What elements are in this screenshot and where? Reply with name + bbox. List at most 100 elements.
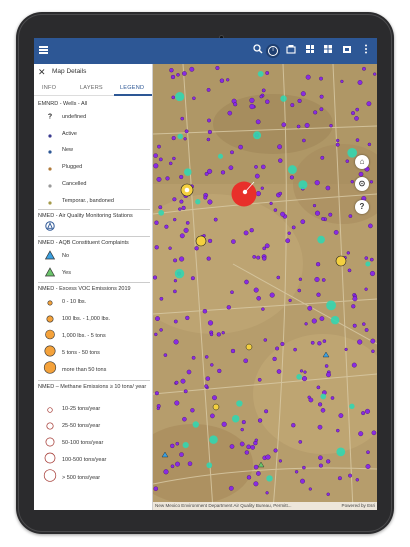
well-marker[interactable] xyxy=(351,362,357,368)
well-marker[interactable] xyxy=(276,369,282,374)
monitor-marker[interactable] xyxy=(266,475,273,482)
monitor-marker[interactable] xyxy=(298,180,308,190)
well-marker[interactable] xyxy=(300,91,306,97)
well-marker[interactable] xyxy=(355,478,359,482)
well-marker[interactable] xyxy=(179,174,184,180)
well-marker[interactable] xyxy=(256,296,261,301)
well-marker[interactable] xyxy=(171,95,175,100)
well-marker[interactable] xyxy=(256,471,261,476)
well-marker[interactable] xyxy=(328,212,333,217)
monitor-marker[interactable] xyxy=(195,199,201,205)
well-marker[interactable] xyxy=(176,73,180,77)
well-marker[interactable] xyxy=(228,485,234,491)
well-marker[interactable] xyxy=(164,224,169,229)
well-marker[interactable] xyxy=(172,197,177,202)
monitor-marker[interactable] xyxy=(231,414,240,423)
well-marker[interactable] xyxy=(182,416,187,422)
well-marker[interactable] xyxy=(206,256,211,261)
well-marker[interactable] xyxy=(257,377,262,382)
well-marker[interactable] xyxy=(254,173,260,179)
tab-layers[interactable]: LAYERS xyxy=(80,85,103,91)
well-marker[interactable] xyxy=(261,307,265,311)
well-marker[interactable] xyxy=(257,418,263,423)
well-marker[interactable] xyxy=(226,78,230,82)
well-marker[interactable] xyxy=(213,217,218,222)
monitor-marker[interactable] xyxy=(182,442,189,449)
well-marker[interactable] xyxy=(311,318,317,324)
well-marker[interactable] xyxy=(357,80,363,85)
locate-icon[interactable]: ⊙ xyxy=(355,177,369,191)
well-marker[interactable] xyxy=(291,423,296,428)
well-marker[interactable] xyxy=(302,465,306,470)
well-marker[interactable] xyxy=(318,463,323,468)
basemap-icon[interactable] xyxy=(285,44,297,58)
well-marker[interactable] xyxy=(305,74,311,80)
well-marker[interactable] xyxy=(278,158,283,163)
well-marker[interactable] xyxy=(204,355,209,359)
well-marker[interactable] xyxy=(219,78,225,83)
well-marker[interactable] xyxy=(264,409,269,414)
well-marker[interactable] xyxy=(252,255,257,259)
well-marker[interactable] xyxy=(310,340,315,345)
well-marker[interactable] xyxy=(173,289,177,294)
well-marker[interactable] xyxy=(296,124,301,129)
well-marker[interactable] xyxy=(351,111,355,116)
well-marker[interactable] xyxy=(366,101,372,107)
well-marker[interactable] xyxy=(302,376,307,382)
well-marker[interactable] xyxy=(263,338,268,342)
monitor-marker[interactable] xyxy=(184,168,192,176)
well-marker[interactable] xyxy=(205,376,211,381)
well-marker[interactable] xyxy=(159,328,163,332)
well-marker[interactable] xyxy=(172,156,176,161)
monitor-marker[interactable] xyxy=(217,153,224,159)
well-marker[interactable] xyxy=(153,275,158,280)
well-marker[interactable] xyxy=(185,221,190,225)
well-marker[interactable] xyxy=(364,408,371,414)
monitor-marker[interactable] xyxy=(336,447,346,457)
well-marker[interactable] xyxy=(330,396,335,400)
well-marker[interactable] xyxy=(206,87,211,92)
well-marker[interactable] xyxy=(357,339,363,345)
well-marker[interactable] xyxy=(326,492,330,496)
well-marker[interactable] xyxy=(369,180,374,184)
well-marker[interactable] xyxy=(348,214,353,218)
well-marker[interactable] xyxy=(371,430,377,436)
monitor-marker[interactable] xyxy=(280,95,287,102)
well-marker[interactable] xyxy=(325,185,331,191)
well-marker[interactable] xyxy=(207,118,211,123)
well-marker[interactable] xyxy=(230,150,234,155)
well-marker[interactable] xyxy=(367,142,372,147)
well-marker[interactable] xyxy=(297,288,302,293)
well-marker[interactable] xyxy=(335,142,340,147)
well-marker[interactable] xyxy=(322,339,327,343)
well-marker[interactable] xyxy=(299,369,304,373)
well-marker[interactable] xyxy=(169,68,174,73)
well-marker[interactable] xyxy=(156,176,162,182)
well-marker[interactable] xyxy=(260,186,264,190)
well-marker[interactable] xyxy=(173,217,177,222)
well-marker[interactable] xyxy=(351,304,356,309)
well-marker[interactable] xyxy=(321,278,326,282)
well-marker[interactable] xyxy=(184,129,189,134)
well-marker[interactable] xyxy=(244,450,249,455)
well-marker[interactable] xyxy=(192,96,196,101)
well-marker[interactable] xyxy=(362,66,366,71)
well-marker[interactable] xyxy=(312,203,317,208)
well-marker[interactable] xyxy=(207,129,212,135)
well-marker[interactable] xyxy=(168,161,173,166)
well-marker[interactable] xyxy=(229,444,235,449)
well-marker[interactable] xyxy=(170,443,175,449)
well-marker[interactable] xyxy=(246,444,251,449)
well-marker[interactable] xyxy=(240,427,244,432)
well-marker[interactable] xyxy=(190,408,195,413)
well-marker[interactable] xyxy=(314,210,321,216)
well-marker[interactable] xyxy=(358,171,364,177)
well-marker[interactable] xyxy=(308,487,312,491)
well-marker[interactable] xyxy=(278,191,283,196)
home-icon[interactable]: ⌂ xyxy=(355,155,369,169)
well-marker[interactable] xyxy=(293,347,297,352)
powered-by[interactable]: Powered by Esri xyxy=(342,502,375,510)
well-marker[interactable] xyxy=(241,420,246,425)
well-marker[interactable] xyxy=(202,309,208,314)
well-marker[interactable] xyxy=(158,157,163,162)
